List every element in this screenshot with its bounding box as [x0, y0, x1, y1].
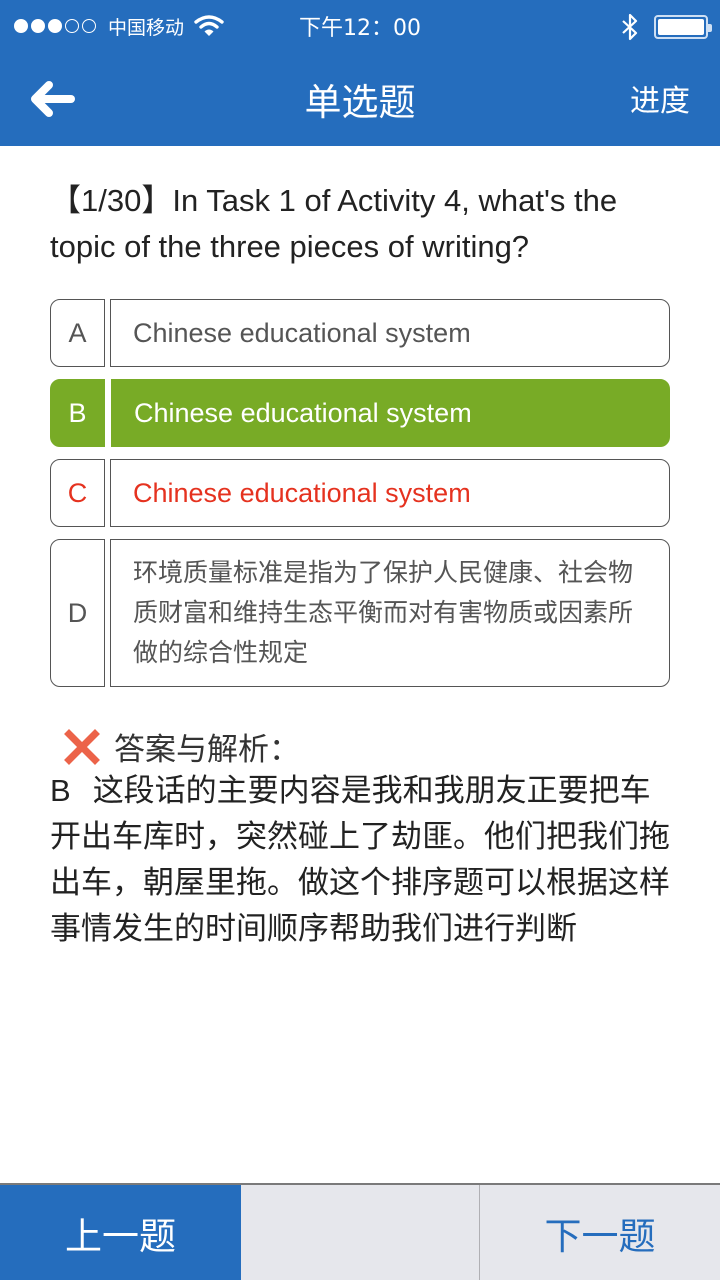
- previous-question-button[interactable]: 上一题: [0, 1185, 241, 1280]
- question-number: 【1/30】: [50, 183, 173, 218]
- option-d[interactable]: D 环境质量标准是指为了保护人民健康、社会物质财富和维持生态平衡而对有害物质或因…: [50, 539, 670, 687]
- option-a[interactable]: A Chinese educational system: [50, 299, 670, 367]
- option-text: Chinese educational system: [111, 379, 670, 447]
- status-right: [620, 12, 712, 42]
- bluetooth-icon: [622, 13, 638, 41]
- battery-level: [658, 19, 704, 35]
- navigation-bar: 单选题 进度: [0, 52, 720, 146]
- battery-tip: [708, 24, 712, 32]
- bottom-bar-spacer: [241, 1185, 480, 1280]
- option-letter: D: [50, 539, 105, 687]
- battery-icon: [654, 15, 712, 39]
- option-text: 环境质量标准是指为了保护人民健康、社会物质财富和维持生态平衡而对有害物质或因素所…: [110, 539, 670, 687]
- question-text: 【1/30】In Task 1 of Activity 4, what's th…: [50, 178, 680, 270]
- analysis-heading: 答案与解析：: [64, 724, 300, 769]
- option-text: Chinese educational system: [110, 299, 670, 367]
- status-time: 下午12：00: [299, 16, 421, 41]
- option-letter: C: [50, 459, 105, 527]
- option-text: Chinese educational system: [110, 459, 670, 527]
- analysis-heading-text: 答案与解析：: [114, 732, 300, 768]
- correct-answer: B: [50, 773, 71, 808]
- option-letter: B: [50, 379, 105, 447]
- next-question-button[interactable]: 下一题: [480, 1185, 720, 1280]
- page-title: 单选题: [304, 81, 416, 124]
- cross-icon: [64, 728, 100, 765]
- option-b[interactable]: B Chinese educational system: [50, 379, 670, 447]
- progress-button[interactable]: 进度: [630, 76, 690, 120]
- option-c[interactable]: C Chinese educational system: [50, 459, 670, 527]
- option-letter: A: [50, 299, 105, 367]
- bottom-bar: 上一题 下一题: [0, 1183, 720, 1280]
- status-bar: 中国移动 下午12：00: [0, 0, 720, 52]
- analysis-body: B 这段话的主要内容是我和我朋友正要把车开出车库时，突然碰上了劫匪。他们把我们拖出…: [50, 768, 680, 952]
- analysis-explanation: 这段话的主要内容是我和我朋友正要把车开出车库时，突然碰上了劫匪。他们把我们拖出车…: [50, 773, 670, 947]
